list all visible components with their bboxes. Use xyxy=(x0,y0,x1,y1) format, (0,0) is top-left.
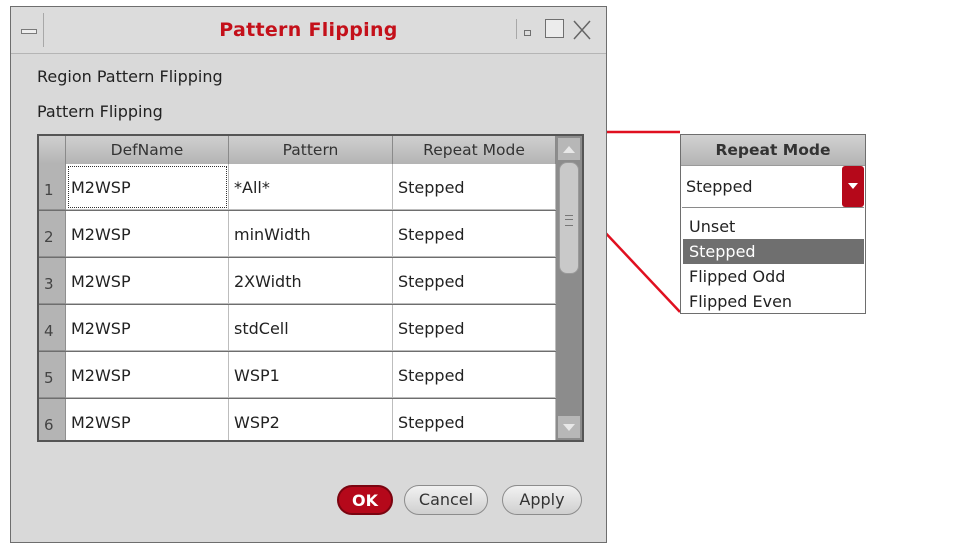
row-number: 1 xyxy=(39,164,66,210)
scroll-up-icon[interactable] xyxy=(558,138,580,160)
row-number: 3 xyxy=(39,258,66,304)
repeat-mode-popup: Repeat Mode Stepped Unset Stepped Flippe… xyxy=(680,134,866,314)
title-bar: Pattern Flipping xyxy=(11,7,606,54)
column-header-pattern[interactable]: Pattern xyxy=(229,136,393,164)
defname-cell[interactable]: M2WSP xyxy=(66,399,229,440)
repeat-mode-combobox[interactable]: Stepped xyxy=(682,166,864,208)
table-row[interactable]: 3 M2WSP 2XWidth Stepped xyxy=(39,258,556,304)
ok-button[interactable]: OK xyxy=(337,485,393,515)
row-number: 6 xyxy=(39,399,66,440)
defname-cell[interactable]: M2WSP xyxy=(66,211,229,257)
maximize-icon[interactable] xyxy=(545,19,564,38)
pattern-cell[interactable]: WSP1 xyxy=(229,352,393,398)
repeat-mode-cell[interactable]: Stepped xyxy=(393,305,556,351)
pattern-cell[interactable]: *All* xyxy=(229,164,393,210)
row-number: 4 xyxy=(39,305,66,351)
repeat-mode-current-value: Stepped xyxy=(686,177,753,196)
grip-icon xyxy=(565,215,573,226)
pattern-cell[interactable]: 2XWidth xyxy=(229,258,393,304)
pattern-flipping-label: Pattern Flipping xyxy=(37,102,163,121)
table-row[interactable]: 2 M2WSP minWidth Stepped xyxy=(39,211,556,257)
close-icon[interactable] xyxy=(571,19,593,40)
table-header: DefName Pattern Repeat Mode xyxy=(39,136,556,164)
repeat-mode-options: Unset Stepped Flipped Odd Flipped Even xyxy=(683,214,864,314)
region-pattern-flipping-label: Region Pattern Flipping xyxy=(37,67,223,86)
option-unset[interactable]: Unset xyxy=(683,214,864,239)
defname-cell[interactable]: M2WSP xyxy=(66,164,229,210)
row-number: 5 xyxy=(39,352,66,398)
pattern-cell[interactable]: minWidth xyxy=(229,211,393,257)
table-row[interactable]: 1 M2WSP *All* Stepped xyxy=(39,164,556,210)
repeat-mode-cell[interactable]: Stepped xyxy=(393,352,556,398)
option-stepped[interactable]: Stepped xyxy=(683,239,864,264)
defname-cell[interactable]: M2WSP xyxy=(66,258,229,304)
apply-button[interactable]: Apply xyxy=(502,485,582,515)
repeat-mode-header: Repeat Mode xyxy=(681,135,865,166)
option-flipped-odd[interactable]: Flipped Odd xyxy=(683,264,864,289)
table-row[interactable]: 4 M2WSP stdCell Stepped xyxy=(39,305,556,351)
repeat-mode-cell[interactable]: Stepped xyxy=(393,258,556,304)
table-row[interactable]: 5 M2WSP WSP1 Stepped xyxy=(39,352,556,398)
pattern-table: DefName Pattern Repeat Mode 1 M2WSP *All… xyxy=(37,134,584,442)
column-header-defname[interactable]: DefName xyxy=(66,136,229,164)
row-number: 2 xyxy=(39,211,66,257)
cancel-button[interactable]: Cancel xyxy=(404,485,488,515)
option-flipped-even[interactable]: Flipped Even xyxy=(683,289,864,314)
pattern-flipping-dialog: Pattern Flipping Region Pattern Flipping… xyxy=(10,6,607,543)
repeat-mode-cell[interactable]: Stepped xyxy=(393,399,556,440)
pattern-cell[interactable]: WSP2 xyxy=(229,399,393,440)
vertical-scrollbar[interactable] xyxy=(556,136,582,440)
table-row[interactable]: 6 M2WSP WSP2 Stepped xyxy=(39,399,556,440)
column-header-repeat-mode[interactable]: Repeat Mode xyxy=(393,136,556,164)
pattern-cell[interactable]: stdCell xyxy=(229,305,393,351)
chevron-down-icon[interactable] xyxy=(842,166,864,207)
defname-cell[interactable]: M2WSP xyxy=(66,305,229,351)
repeat-mode-cell[interactable]: Stepped xyxy=(393,211,556,257)
scroll-down-icon[interactable] xyxy=(558,416,580,438)
row-number-header xyxy=(39,136,66,164)
scroll-thumb[interactable] xyxy=(559,162,579,274)
minimize-icon[interactable] xyxy=(516,19,536,39)
defname-cell[interactable]: M2WSP xyxy=(66,352,229,398)
repeat-mode-cell[interactable]: Stepped xyxy=(393,164,556,210)
